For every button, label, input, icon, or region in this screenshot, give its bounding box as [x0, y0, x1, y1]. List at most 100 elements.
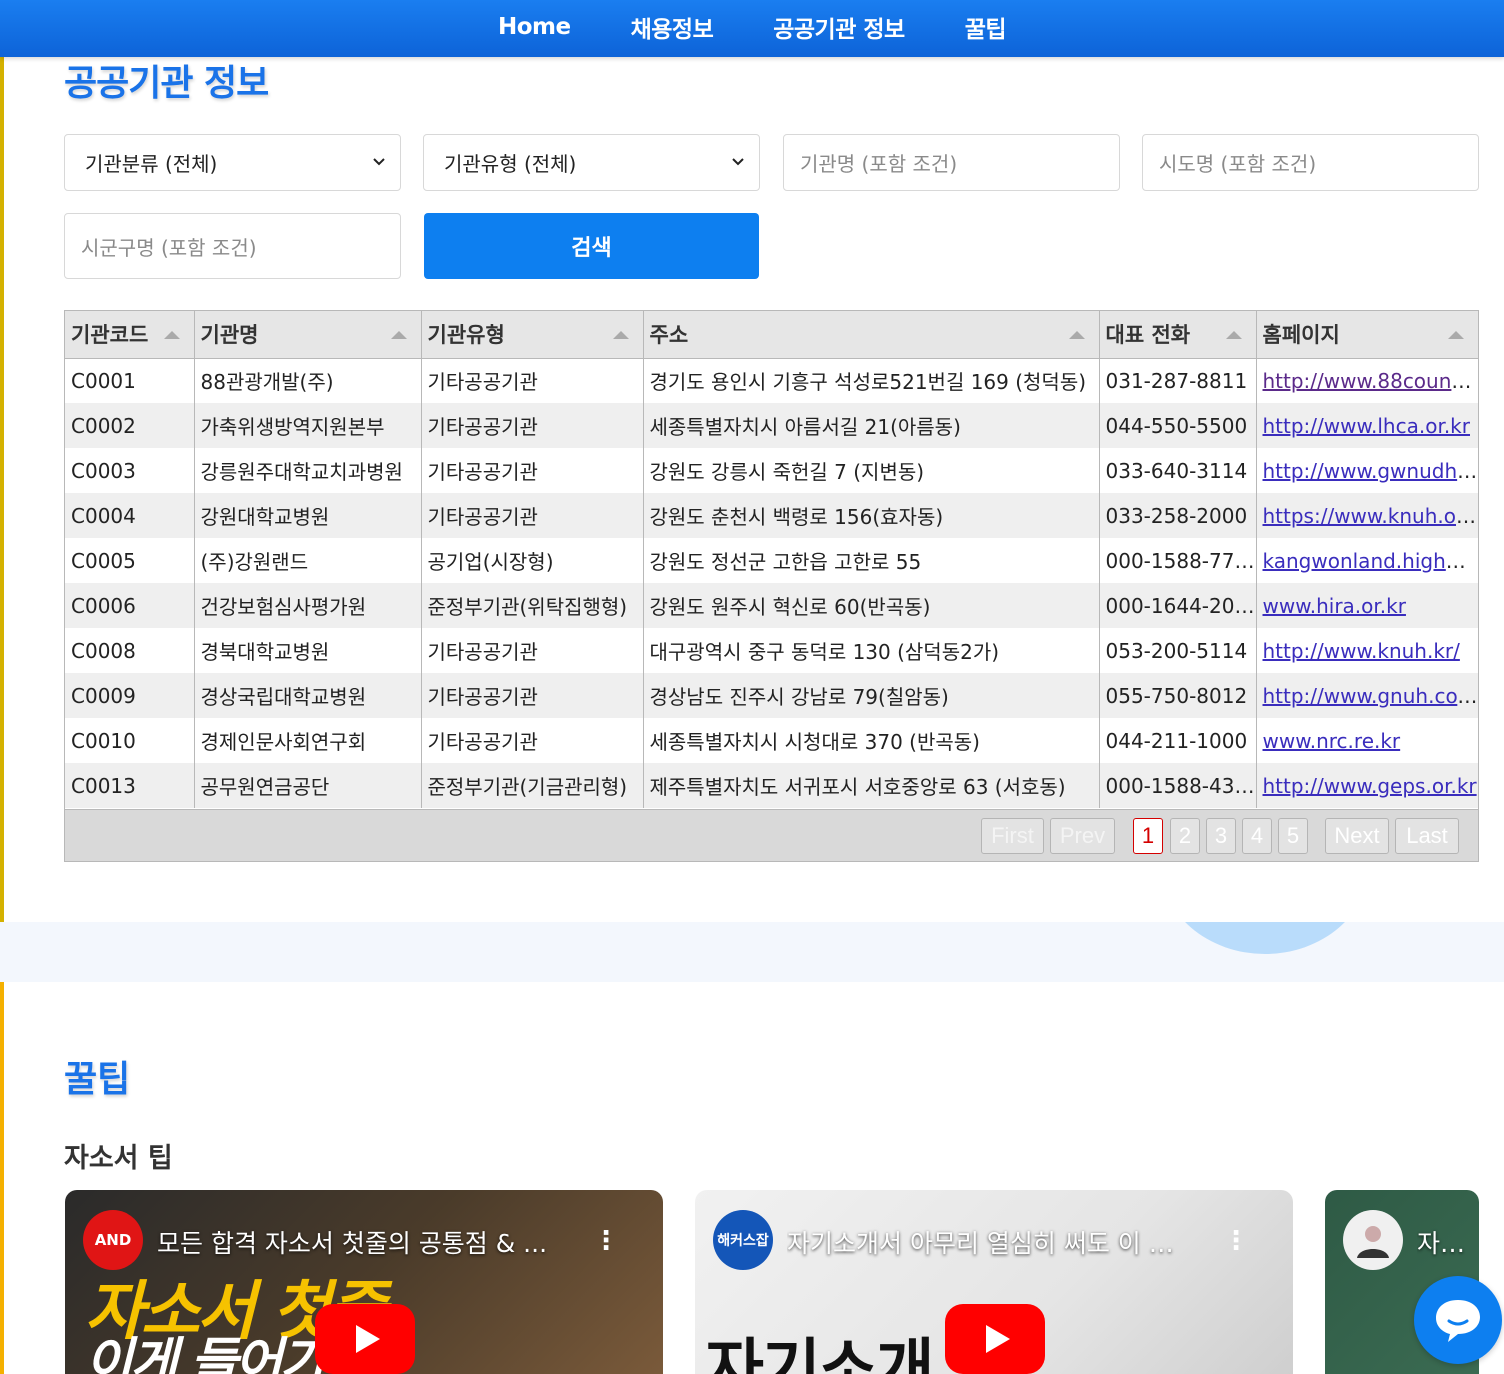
pager-page-3[interactable]: 3 — [1206, 818, 1236, 854]
type-select-value: 기관유형 (전체) — [444, 152, 577, 176]
column-header[interactable]: 주소 — [643, 311, 1100, 359]
category-select[interactable]: 기관분류 (전체) — [64, 134, 401, 191]
table-cell: 준정부기관(위탁집행형) — [421, 583, 644, 628]
table-row[interactable]: C0002 가축위생방역지원본부 기타공공기관 세종특별자치시 아름서길 21(아름동… — [65, 403, 1478, 448]
table-row[interactable]: C0005 (주)강원랜드 공기업(시장형) 강원도 정선군 고한읍 고한로 55 00… — [65, 538, 1478, 583]
table-cell: 기타공공기관 — [421, 718, 644, 763]
homepage-link[interactable]: kangwonland.high1.com — [1263, 549, 1479, 573]
play-icon[interactable] — [945, 1304, 1045, 1374]
column-header-label: 기관유형 — [427, 323, 505, 348]
column-header[interactable]: 홈페이지 — [1256, 311, 1478, 359]
sido-input[interactable]: 시도명 (포함 조건) — [1142, 134, 1479, 191]
sort-asc-icon[interactable] — [163, 331, 180, 339]
pager-page-1[interactable]: 1 — [1133, 818, 1163, 854]
homepage-cell: http://www.knuh.kr/ — [1256, 628, 1478, 673]
chevron-down-icon — [732, 158, 744, 166]
pager-prev-button[interactable]: Prev — [1050, 818, 1115, 854]
table-row[interactable]: C0009 경상국립대학교병원 기타공공기관 경상남도 진주시 강남로 79(칠암동)… — [65, 673, 1478, 718]
type-select[interactable]: 기관유형 (전체) — [423, 134, 760, 191]
table-cell: 000-1588-4321 — [1099, 763, 1257, 808]
search-button[interactable]: 검색 — [424, 213, 759, 279]
homepage-cell: kangwonland.high1.com — [1256, 538, 1479, 583]
pager-first-button[interactable]: First — [981, 818, 1044, 854]
homepage-link[interactable]: http://www.knuh.kr/ — [1263, 639, 1460, 663]
table-cell: 기타공공기관 — [421, 448, 644, 493]
homepage-link[interactable]: http://www.gwnudh.or.kr — [1263, 459, 1479, 483]
pager: First Prev 1 2 3 4 5 Next Last — [65, 809, 1478, 861]
pager-last-button[interactable]: Last — [1395, 818, 1459, 854]
channel-avatar[interactable] — [1343, 1210, 1403, 1270]
table-cell: 공무원연금공단 — [194, 763, 422, 808]
section-separator — [0, 922, 1504, 982]
page-title: 공공기관 정보 — [64, 63, 269, 104]
pager-page-4[interactable]: 4 — [1242, 818, 1272, 854]
sort-asc-icon[interactable] — [1068, 331, 1085, 339]
pager-next-button[interactable]: Next — [1325, 818, 1389, 854]
channel-avatar[interactable]: AND — [83, 1210, 143, 1270]
table-cell: 033-258-2000 — [1099, 493, 1257, 538]
homepage-link[interactable]: http://www.geps.or.kr — [1263, 774, 1477, 798]
table-cell: 기타공공기관 — [421, 358, 644, 403]
table-cell: 준정부기관(기금관리형) — [421, 763, 644, 808]
homepage-link[interactable]: http://www.gnuh.co.kr — [1263, 684, 1479, 708]
video-card-2[interactable]: 자기소개 해커스잡 자기소개서 아무리 열심히 써도 이 5... ⋮ — [695, 1190, 1293, 1374]
more-vert-icon[interactable]: ⋮ — [593, 1226, 619, 1256]
table-row[interactable]: C0006 건강보험심사평가원 준정부기관(위탁집행형) 강원도 원주시 혁신로 60… — [65, 583, 1478, 628]
nav-public-institutions[interactable]: 공공기관 정보 — [743, 10, 934, 44]
table-cell: C0001 — [65, 358, 195, 403]
institution-name-input[interactable]: 기관명 (포함 조건) — [783, 134, 1120, 191]
sort-asc-icon[interactable] — [612, 331, 629, 339]
video-title[interactable]: 모든 합격 자소서 첫줄의 공통점 & ... — [157, 1224, 557, 1260]
nav-tips[interactable]: 꿀팁 — [935, 10, 1036, 44]
nav-home[interactable]: Home — [468, 14, 601, 40]
table-row[interactable]: C0001 88관광개발(주) 기타공공기관 경기도 용인시 기흥구 석성로521번길… — [65, 358, 1478, 403]
video-thumb-text: 자기소개 — [705, 1333, 935, 1374]
pager-page-2[interactable]: 2 — [1170, 818, 1200, 854]
left-accent-bar — [0, 57, 4, 922]
table-cell: C0008 — [65, 628, 195, 673]
table-row[interactable]: C0013 공무원연금공단 준정부기관(기금관리형) 제주특별자치도 서귀포시 서호중… — [65, 763, 1478, 808]
column-header[interactable]: 기관코드 — [65, 311, 195, 359]
table-cell: 033-640-3114 — [1099, 448, 1257, 493]
table-cell: 044-550-5500 — [1099, 403, 1257, 448]
table-cell: 031-287-8811 — [1099, 358, 1257, 403]
table-row[interactable]: C0008 경북대학교병원 기타공공기관 대구광역시 중구 동덕로 130 (삼덕동2… — [65, 628, 1478, 673]
more-vert-icon[interactable]: ⋮ — [1223, 1226, 1249, 1256]
sigungu-input[interactable]: 시군구명 (포함 조건) — [64, 213, 401, 279]
video-title[interactable]: 자기소개서 아무리 열심히 써도 이 5... — [787, 1224, 1187, 1260]
tips-title: 꿀팁 — [64, 1059, 131, 1100]
table-cell: 강원도 정선군 고한읍 고한로 55 — [643, 538, 1100, 583]
homepage-link[interactable]: http://www.lhca.or.kr — [1263, 414, 1471, 438]
table-row[interactable]: C0004 강원대학교병원 기타공공기관 강원도 춘천시 백령로 156(효자동) 03… — [65, 493, 1478, 538]
homepage-cell: www.hira.or.kr — [1256, 583, 1478, 628]
video-title[interactable]: 자소서 — [1417, 1224, 1477, 1260]
play-icon[interactable] — [315, 1304, 415, 1374]
homepage-cell: https://www.knuh.or.kr — [1256, 493, 1478, 538]
channel-avatar[interactable]: 해커스잡 — [713, 1210, 773, 1270]
homepage-link[interactable]: www.nrc.re.kr — [1263, 729, 1401, 753]
column-header[interactable]: 기관명 — [194, 311, 422, 359]
homepage-link[interactable]: http://www.88country.co.kr — [1263, 369, 1479, 393]
sort-asc-icon[interactable] — [1225, 331, 1242, 339]
table-row[interactable]: C0010 경제인문사회연구회 기타공공기관 세종특별자치시 시청대로 370 (반곡… — [65, 718, 1478, 763]
sort-asc-icon[interactable] — [1448, 331, 1464, 339]
homepage-link[interactable]: www.hira.or.kr — [1263, 594, 1406, 618]
table-cell: 제주특별자치도 서귀포시 서호중앙로 63 (서호동) — [643, 763, 1100, 808]
column-header[interactable]: 기관유형 — [421, 311, 644, 359]
nav-jobs[interactable]: 채용정보 — [601, 10, 744, 44]
chat-button[interactable] — [1414, 1276, 1502, 1364]
table-cell: 강릉원주대학교치과병원 — [194, 448, 422, 493]
column-header-label: 기관명 — [200, 323, 259, 348]
video-card-1[interactable]: 자소서 첫줄 이게 들어가 AND 모든 합격 자소서 첫줄의 공통점 & ..… — [65, 1190, 663, 1374]
sort-asc-icon[interactable] — [390, 331, 407, 339]
table-cell: (주)강원랜드 — [194, 538, 422, 583]
homepage-link[interactable]: https://www.knuh.or.kr — [1263, 504, 1479, 528]
pager-page-5[interactable]: 5 — [1278, 818, 1308, 854]
table-cell: 세종특별자치시 아름서길 21(아름동) — [643, 403, 1100, 448]
left-accent-bar — [0, 982, 4, 1374]
table-row[interactable]: C0003 강릉원주대학교치과병원 기타공공기관 강원도 강릉시 죽헌길 7 (지변동… — [65, 448, 1478, 493]
column-header[interactable]: 대표 전화 — [1099, 311, 1257, 359]
table-cell: 세종특별자치시 시청대로 370 (반곡동) — [643, 718, 1100, 763]
table-cell: 기타공공기관 — [421, 673, 644, 718]
table-cell: 공기업(시장형) — [421, 538, 644, 583]
